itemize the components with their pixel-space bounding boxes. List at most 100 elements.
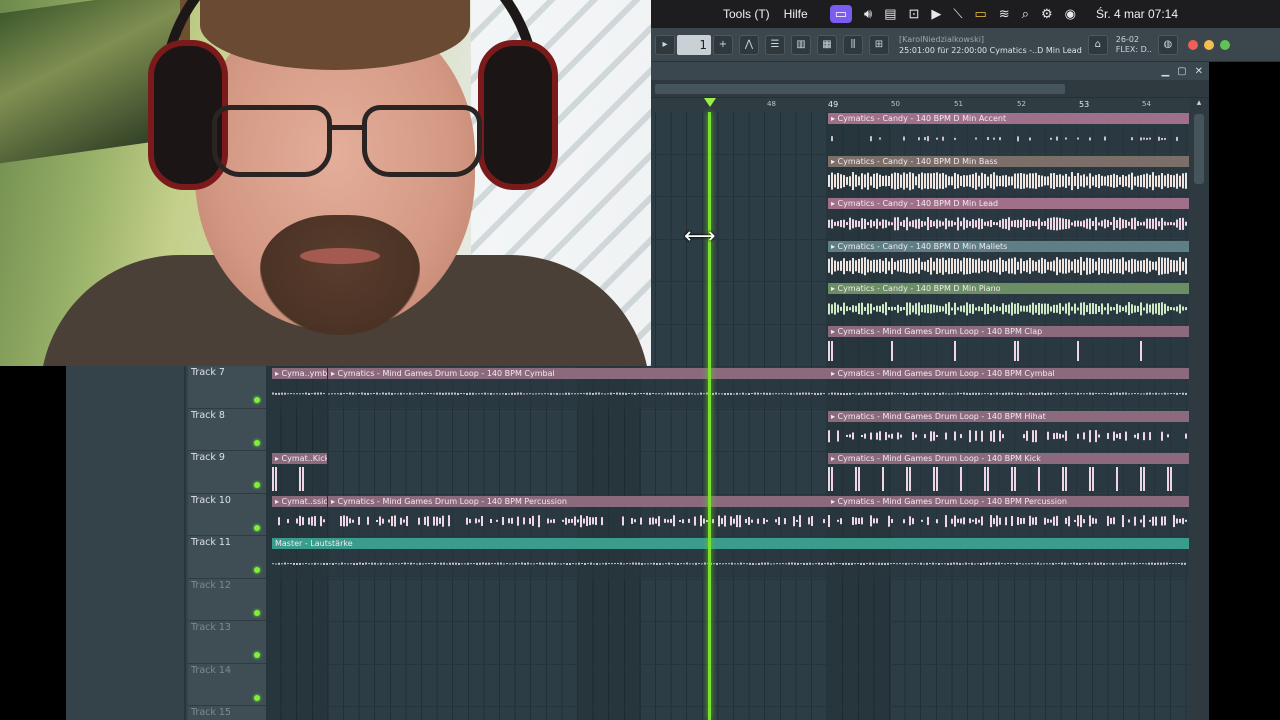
- audio-clip[interactable]: ▸ Cymatics - Mind Games Drum Loop - 140 …: [328, 495, 828, 536]
- clip-title: ▸ Cymat..ssion: [272, 495, 327, 507]
- track-header[interactable]: Track 8: [188, 409, 266, 451]
- close-icon[interactable]: ✕: [1195, 66, 1203, 77]
- track-header[interactable]: Track 11: [188, 536, 266, 579]
- control-center-icon[interactable]: ⚙: [1041, 6, 1053, 22]
- clip-waveform: [828, 124, 1189, 153]
- restore-icon[interactable]: ▢: [1177, 66, 1186, 77]
- track-header[interactable]: Track 9: [188, 451, 266, 494]
- track-header[interactable]: Track 10: [188, 494, 266, 536]
- track-lane[interactable]: Master - Lautstärke: [266, 537, 1189, 580]
- timeline-ruler[interactable]: 48 49 50 51 52 53 54: [651, 98, 1189, 112]
- track-header[interactable]: Track 15: [188, 706, 266, 720]
- playlist-icon[interactable]: ☰: [765, 34, 785, 55]
- track-mute-led[interactable]: [254, 397, 260, 403]
- audio-clip[interactable]: ▸ Cymatics - Candy - 140 BPM D Min Accen…: [828, 113, 1189, 153]
- piano-roll-icon[interactable]: ▥: [791, 34, 811, 55]
- audio-clip[interactable]: ▸ Cymat..ssion: [272, 495, 327, 536]
- minimize-window-icon[interactable]: [1203, 39, 1214, 50]
- clip-waveform: [828, 506, 1189, 536]
- audio-clip[interactable]: ▸ Cymat..Kick: [272, 453, 327, 493]
- track-lane[interactable]: ▸ Cymat..ssion▸ Cymatics - Mind Games Dr…: [266, 495, 1189, 537]
- audio-clip[interactable]: ▸ Cyma..ymbal: [272, 368, 327, 408]
- track-lane[interactable]: [266, 622, 1189, 665]
- pattern-arrow-icon[interactable]: ▸: [655, 34, 675, 55]
- track-name: Track 12: [191, 579, 231, 591]
- track-lane[interactable]: ▸ Cymatics - Mind Games Drum Loop - 140 …: [266, 410, 1189, 452]
- keyboard-icon[interactable]: ▤: [884, 6, 896, 22]
- menu-help[interactable]: Hilfe: [784, 7, 808, 21]
- audio-clip[interactable]: ▸ Cymatics - Candy - 140 BPM D Min Bass: [828, 155, 1189, 196]
- maximize-window-icon[interactable]: [1219, 39, 1230, 50]
- audio-clip[interactable]: ▸ Cymatics - Mind Games Drum Loop - 140 …: [828, 410, 1189, 451]
- volume-icon[interactable]: 🔊︎: [864, 6, 872, 22]
- play-icon[interactable]: ▶: [931, 6, 941, 22]
- pattern-number[interactable]: 1: [677, 34, 711, 55]
- track-mute-led[interactable]: [254, 694, 260, 701]
- clip-title: ▸ Cymatics - Mind Games Drum Loop - 140 …: [828, 325, 1189, 337]
- shop-icon[interactable]: ⌂: [1087, 34, 1108, 55]
- track-mute-led[interactable]: [254, 567, 260, 573]
- track-header[interactable]: Track 14: [188, 664, 266, 706]
- vertical-scroll-thumb[interactable]: [1194, 114, 1204, 184]
- audio-clip[interactable]: Master - Lautstärke: [272, 538, 1189, 578]
- track-header[interactable]: Track 13: [188, 621, 266, 664]
- track-mute-led[interactable]: [254, 524, 260, 531]
- clip-title: ▸ Cymatics - Mind Games Drum Loop - 140 …: [828, 368, 1189, 379]
- snap-icon[interactable]: ⋀: [739, 34, 759, 55]
- clip-title: ▸ Cymatics - Mind Games Drum Loop - 140 …: [828, 453, 1189, 464]
- clip-waveform: [828, 294, 1189, 323]
- plugin-picker-icon[interactable]: ⊞: [869, 34, 889, 55]
- battery-icon[interactable]: ▭: [975, 6, 987, 22]
- hint-user: [KarolNiedzialkowski]: [899, 34, 985, 44]
- clip-waveform: [828, 336, 1189, 366]
- track-lane[interactable]: [266, 665, 1189, 707]
- window-controls: [1187, 39, 1230, 50]
- globe-icon[interactable]: ◍: [1157, 34, 1178, 55]
- track-header[interactable]: Track 7: [188, 366, 266, 409]
- playhead-line[interactable]: [708, 112, 711, 720]
- slash-icon[interactable]: ⟍: [953, 6, 962, 22]
- audio-clip[interactable]: ▸ Cymatics - Mind Games Drum Loop - 140 …: [828, 453, 1189, 493]
- hint-bar: [KarolNiedzialkowski] 25:01:00 für 22:00…: [899, 34, 1082, 56]
- flex-panel[interactable]: 26-02 FLEX: D..: [1116, 35, 1152, 55]
- screen-mirror-icon[interactable]: ▭: [829, 5, 852, 23]
- track-name: Track 9: [191, 452, 225, 463]
- scroll-thumb[interactable]: [655, 84, 1065, 94]
- close-window-icon[interactable]: [1187, 39, 1198, 50]
- wifi-icon[interactable]: ≋: [999, 6, 1010, 22]
- system-menubar: Tools (T) Hilfe ▭ 🔊︎ ▤ ⊡ ▶ ⟍ ▭ ≋ ⌕ ⚙ ◉ Ś…: [651, 0, 1280, 28]
- bar-label: 48: [767, 100, 776, 108]
- track-lane[interactable]: ▸ Cymat..Kick ▸ Cymatics - Mind Games Dru…: [266, 452, 1189, 495]
- siri-icon[interactable]: ◉: [1065, 6, 1076, 22]
- track-mute-led[interactable]: [254, 609, 260, 616]
- fl-toolbar: ▸ 1 + ⋀ ☰ ▥ ▦ ⫼ ⊞ [KarolNiedzialkowski] …: [651, 28, 1280, 62]
- minimize-icon[interactable]: ▁: [1161, 66, 1169, 77]
- horizontal-scrollbar[interactable]: [651, 80, 1209, 98]
- track-lane[interactable]: ▸ Cyma..ymbal▸ Cymatics - Mind Games Dru…: [266, 367, 1189, 410]
- audio-clip[interactable]: ▸ Cymatics - Mind Games Drum Loop - 140 …: [828, 495, 1189, 536]
- vertical-scrollbar[interactable]: ▴: [1189, 98, 1209, 720]
- pattern-add-icon[interactable]: +: [713, 34, 733, 55]
- screen-record-icon[interactable]: ⊡: [908, 6, 919, 22]
- track-header[interactable]: Track 12: [188, 579, 266, 621]
- clip-title: ▸ Cymatics - Candy - 140 BPM D Min Malle…: [828, 240, 1189, 252]
- track-mute-led[interactable]: [254, 652, 260, 658]
- search-icon[interactable]: ⌕: [1022, 6, 1029, 22]
- mixer-icon[interactable]: ⫼: [843, 34, 863, 55]
- audio-clip[interactable]: ▸ Cymatics - Candy - 140 BPM D Min Lead: [828, 198, 1189, 238]
- playhead-marker[interactable]: [704, 98, 716, 107]
- scroll-up-icon[interactable]: ▴: [1189, 98, 1209, 112]
- audio-clip[interactable]: ▸ Cymatics - Mind Games Drum Loop - 140 …: [828, 325, 1189, 366]
- audio-clip[interactable]: ▸ Cymatics - Mind Games Drum Loop - 140 …: [328, 368, 828, 408]
- audio-clip[interactable]: ▸ Cymatics - Mind Games Drum Loop - 140 …: [828, 368, 1189, 408]
- audio-clip[interactable]: ▸ Cymatics - Candy - 140 BPM D Min Malle…: [828, 240, 1189, 281]
- pattern-selector[interactable]: ▸ 1 +: [655, 34, 733, 55]
- flex-label: FLEX: D..: [1115, 44, 1152, 54]
- track-mute-led[interactable]: [254, 482, 260, 488]
- menubar-clock[interactable]: Śr. 4 mar 07:14: [1096, 7, 1178, 21]
- track-lane[interactable]: [266, 580, 1189, 622]
- audio-clip[interactable]: ▸ Cymatics - Candy - 140 BPM D Min Piano: [828, 283, 1189, 323]
- menu-tools[interactable]: Tools (T): [723, 7, 770, 21]
- track-mute-led[interactable]: [254, 439, 260, 446]
- channel-rack-icon[interactable]: ▦: [817, 34, 837, 55]
